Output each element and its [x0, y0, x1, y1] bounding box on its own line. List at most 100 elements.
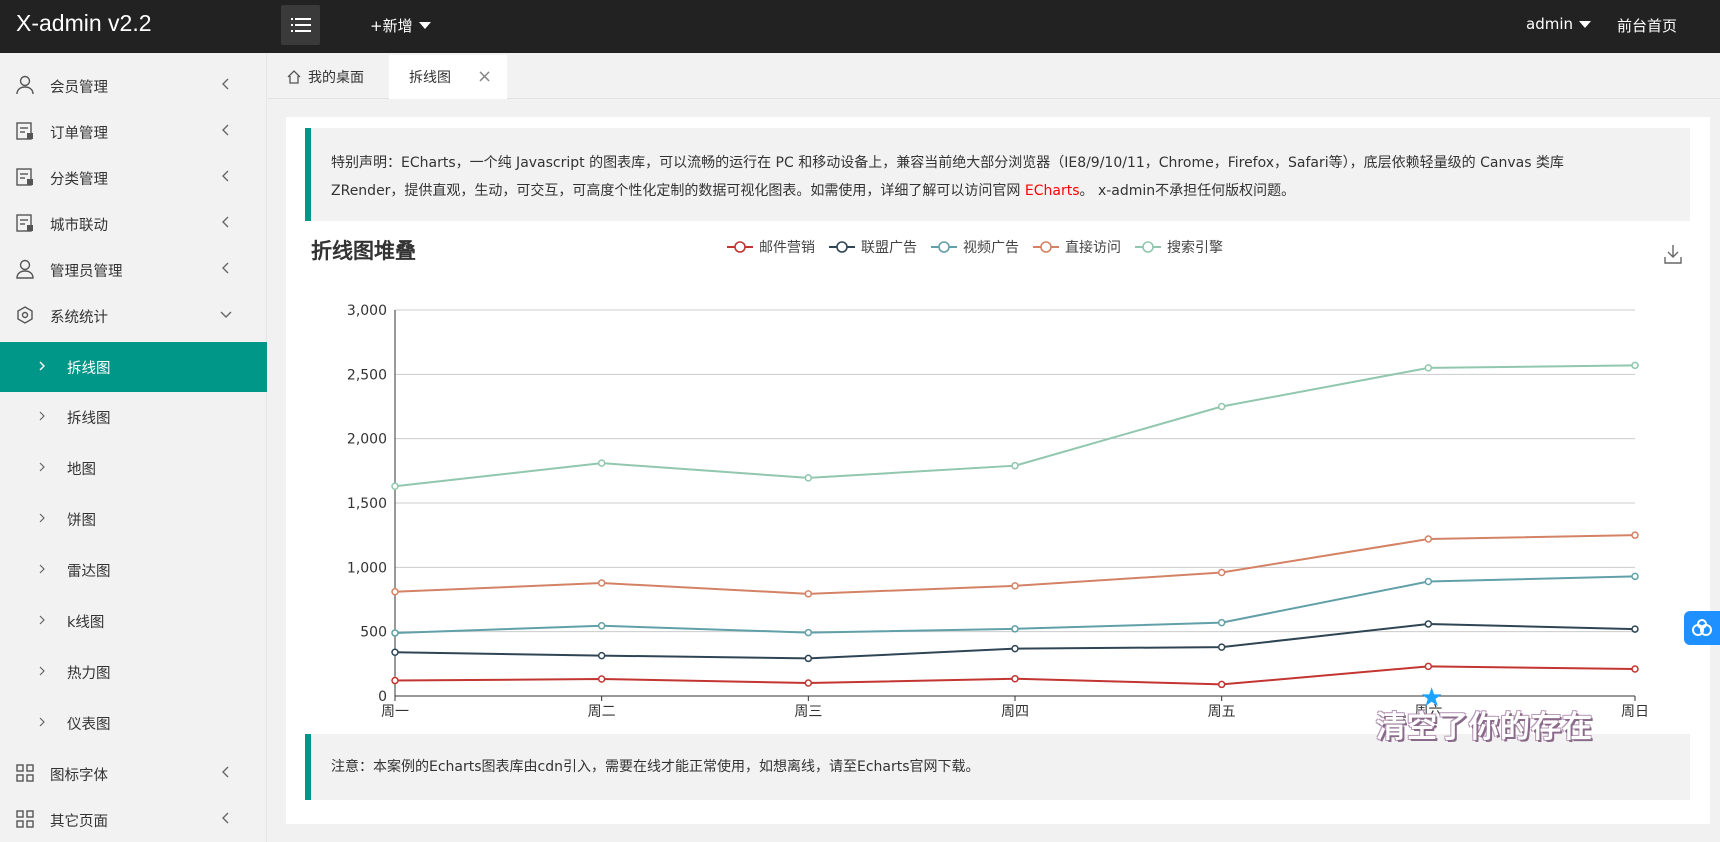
- sidebar-item-stats[interactable]: 系统统计: [0, 292, 267, 338]
- data-point: [1011, 675, 1019, 683]
- chevron-right-icon: [39, 411, 45, 421]
- close-icon[interactable]: ×: [477, 68, 492, 86]
- chevron-right-icon: [39, 615, 45, 625]
- sidebar-item-members[interactable]: 会员管理: [0, 62, 267, 108]
- x-tick-label: 周四: [1001, 704, 1029, 720]
- data-point: [804, 654, 813, 663]
- add-new-menu[interactable]: +新增: [370, 15, 431, 36]
- data-point: [804, 474, 813, 482]
- order-icon: [16, 122, 33, 140]
- city-icon: [16, 214, 33, 232]
- data-point: [1011, 625, 1019, 633]
- sidebar-sub-pie[interactable]: 饼图: [0, 494, 267, 544]
- legend-item[interactable]: 直接访问: [1033, 237, 1121, 257]
- sidebar-sub-line-chart[interactable]: 拆线图: [0, 342, 267, 392]
- data-point: [804, 628, 813, 637]
- sidebar-item-label: 系统统计: [50, 310, 108, 326]
- tab-line-chart[interactable]: 拆线图 ×: [389, 55, 507, 99]
- x-tick-label: 周五: [1208, 704, 1236, 720]
- legend-item[interactable]: 联盟广告: [829, 237, 917, 257]
- y-tick-label: 1,000: [347, 560, 387, 576]
- data-point: [597, 651, 606, 660]
- data-point: [1011, 644, 1019, 653]
- sidebar-item-label: 管理员管理: [50, 264, 123, 280]
- notice-text: 。 x-admin不承担任何版权问题。: [1079, 183, 1296, 199]
- sidebar-item-category[interactable]: 分类管理: [0, 154, 267, 200]
- x-tick-label: 周二: [588, 704, 616, 720]
- sidebar-item-label: 图标字体: [50, 768, 108, 784]
- menu-toggle-button[interactable]: [281, 5, 320, 45]
- y-tick-label: 2,500: [347, 367, 387, 383]
- sidebar-sub-heatmap[interactable]: 热力图: [0, 647, 267, 697]
- sidebar-sub-label: 雷达图: [67, 564, 111, 580]
- legend-item[interactable]: 视频广告: [931, 237, 1019, 257]
- y-tick-label: 3,000: [347, 303, 387, 319]
- data-point: [391, 482, 399, 491]
- data-point: [1631, 665, 1639, 673]
- notice-text: ZRender，提供直观，生动，可交互，可高度个性化定制的数据可视化图表。如需使…: [331, 183, 1025, 199]
- grid-icon: [16, 764, 34, 782]
- download-icon[interactable]: [1663, 243, 1683, 265]
- line-chart: 0 500 1,000 1,500 2,000 2,500 3,000 周一 周二 周三 周四 周五 周…: [347, 303, 1649, 720]
- front-home-link[interactable]: 前台首页: [1617, 15, 1677, 36]
- legend-marker: [1135, 241, 1161, 253]
- chevron-left-icon: [222, 78, 229, 90]
- app-logo[interactable]: X-admin v2.2: [16, 10, 152, 37]
- y-tick-label: 2,000: [347, 432, 387, 448]
- chart-legend: 邮件营销 联盟广告 视频广告 直接访问 搜索引擎: [727, 237, 1223, 257]
- user-menu[interactable]: admin: [1526, 15, 1591, 33]
- chevron-right-icon: [39, 462, 45, 472]
- notice-line-1: 特别声明：ECharts，一个纯 Javascript 的图表库，可以流畅的运行…: [331, 155, 1564, 171]
- sidebar-item-label: 会员管理: [50, 80, 108, 96]
- data-point: [1424, 620, 1433, 628]
- grid-icon: [16, 810, 34, 828]
- notice-disclaimer: 特别声明：ECharts，一个纯 Javascript 的图表库，可以流畅的运行…: [305, 128, 1690, 221]
- sidebar-sub-radar[interactable]: 雷达图: [0, 545, 267, 595]
- legend-item[interactable]: 搜索引擎: [1135, 237, 1223, 257]
- sidebar-sub-label: k线图: [67, 615, 105, 631]
- data-point: [1217, 402, 1226, 411]
- legend-label: 搜索引擎: [1167, 240, 1223, 256]
- sidebar-sub-kline[interactable]: k线图: [0, 596, 267, 646]
- add-new-label: +新增: [370, 17, 413, 35]
- sidebar-item-icon-font[interactable]: 图标字体: [0, 750, 267, 796]
- data-point: [597, 459, 606, 467]
- cloud-icon: [1692, 619, 1712, 636]
- tab-my-desktop[interactable]: 我的桌面: [286, 55, 386, 99]
- sidebar-item-label: 分类管理: [50, 172, 108, 188]
- data-point: [1217, 618, 1226, 627]
- sidebar-sub-gauge[interactable]: 仪表图: [0, 698, 267, 748]
- chevron-left-icon: [222, 170, 229, 182]
- y-tick-label: 1,500: [347, 496, 387, 512]
- sidebar-item-admins[interactable]: 管理员管理: [0, 246, 267, 292]
- legend-marker: [931, 241, 957, 253]
- data-point: [1631, 625, 1639, 633]
- sidebar-item-label: 城市联动: [50, 218, 108, 234]
- sidebar-item-city[interactable]: 城市联动: [0, 200, 267, 246]
- legend-marker: [829, 241, 855, 253]
- home-icon: [287, 70, 301, 84]
- legend-label: 邮件营销: [759, 240, 815, 256]
- legend-item[interactable]: 邮件营销: [727, 237, 815, 257]
- caret-down-icon: [1579, 20, 1591, 28]
- x-tick-label: 周一: [381, 704, 409, 720]
- sidebar-sub-line-chart-2[interactable]: 拆线图: [0, 392, 267, 442]
- baidu-cloud-button[interactable]: [1684, 611, 1720, 645]
- data-point: [1631, 531, 1639, 539]
- data-point: [391, 648, 399, 657]
- sidebar-item-orders[interactable]: 订单管理: [0, 108, 267, 154]
- chart-title: 折线图堆叠: [311, 239, 416, 263]
- legend-label: 联盟广告: [861, 240, 917, 256]
- data-point: [597, 621, 606, 630]
- sidebar-sub-map[interactable]: 地图: [0, 443, 267, 493]
- legend-label: 直接访问: [1065, 240, 1121, 256]
- chevron-right-icon: [39, 564, 45, 574]
- x-tick-label: 周日: [1621, 704, 1649, 720]
- data-point: [1217, 680, 1226, 689]
- chevron-left-icon: [222, 124, 229, 136]
- chevron-left-icon: [222, 262, 229, 274]
- sidebar-item-other-pages[interactable]: 其它页面: [0, 796, 267, 842]
- data-point: [1424, 577, 1433, 586]
- user-name: admin: [1526, 15, 1573, 33]
- echarts-link[interactable]: ECharts: [1025, 183, 1080, 199]
